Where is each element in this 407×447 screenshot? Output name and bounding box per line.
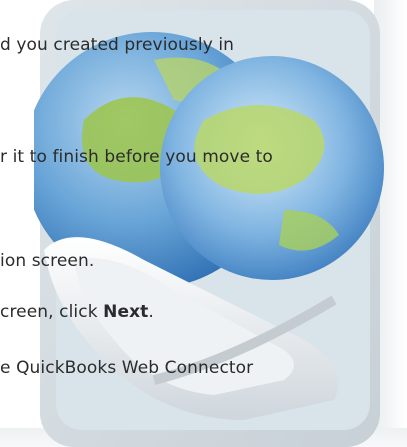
instruction-line: creen, click Next. — [0, 301, 154, 323]
instruction-period: . — [148, 302, 154, 322]
instruction-line: d you created previously in — [0, 35, 235, 55]
instruction-text: creen, click — [0, 302, 104, 322]
web-connector-globe-icon — [34, 0, 384, 447]
instruction-line: e QuickBooks Web Connector — [0, 358, 254, 378]
instruction-line: ion screen. — [0, 251, 95, 271]
next-label: Next — [103, 302, 149, 322]
instruction-line: r it to finish before you move to — [0, 147, 273, 167]
